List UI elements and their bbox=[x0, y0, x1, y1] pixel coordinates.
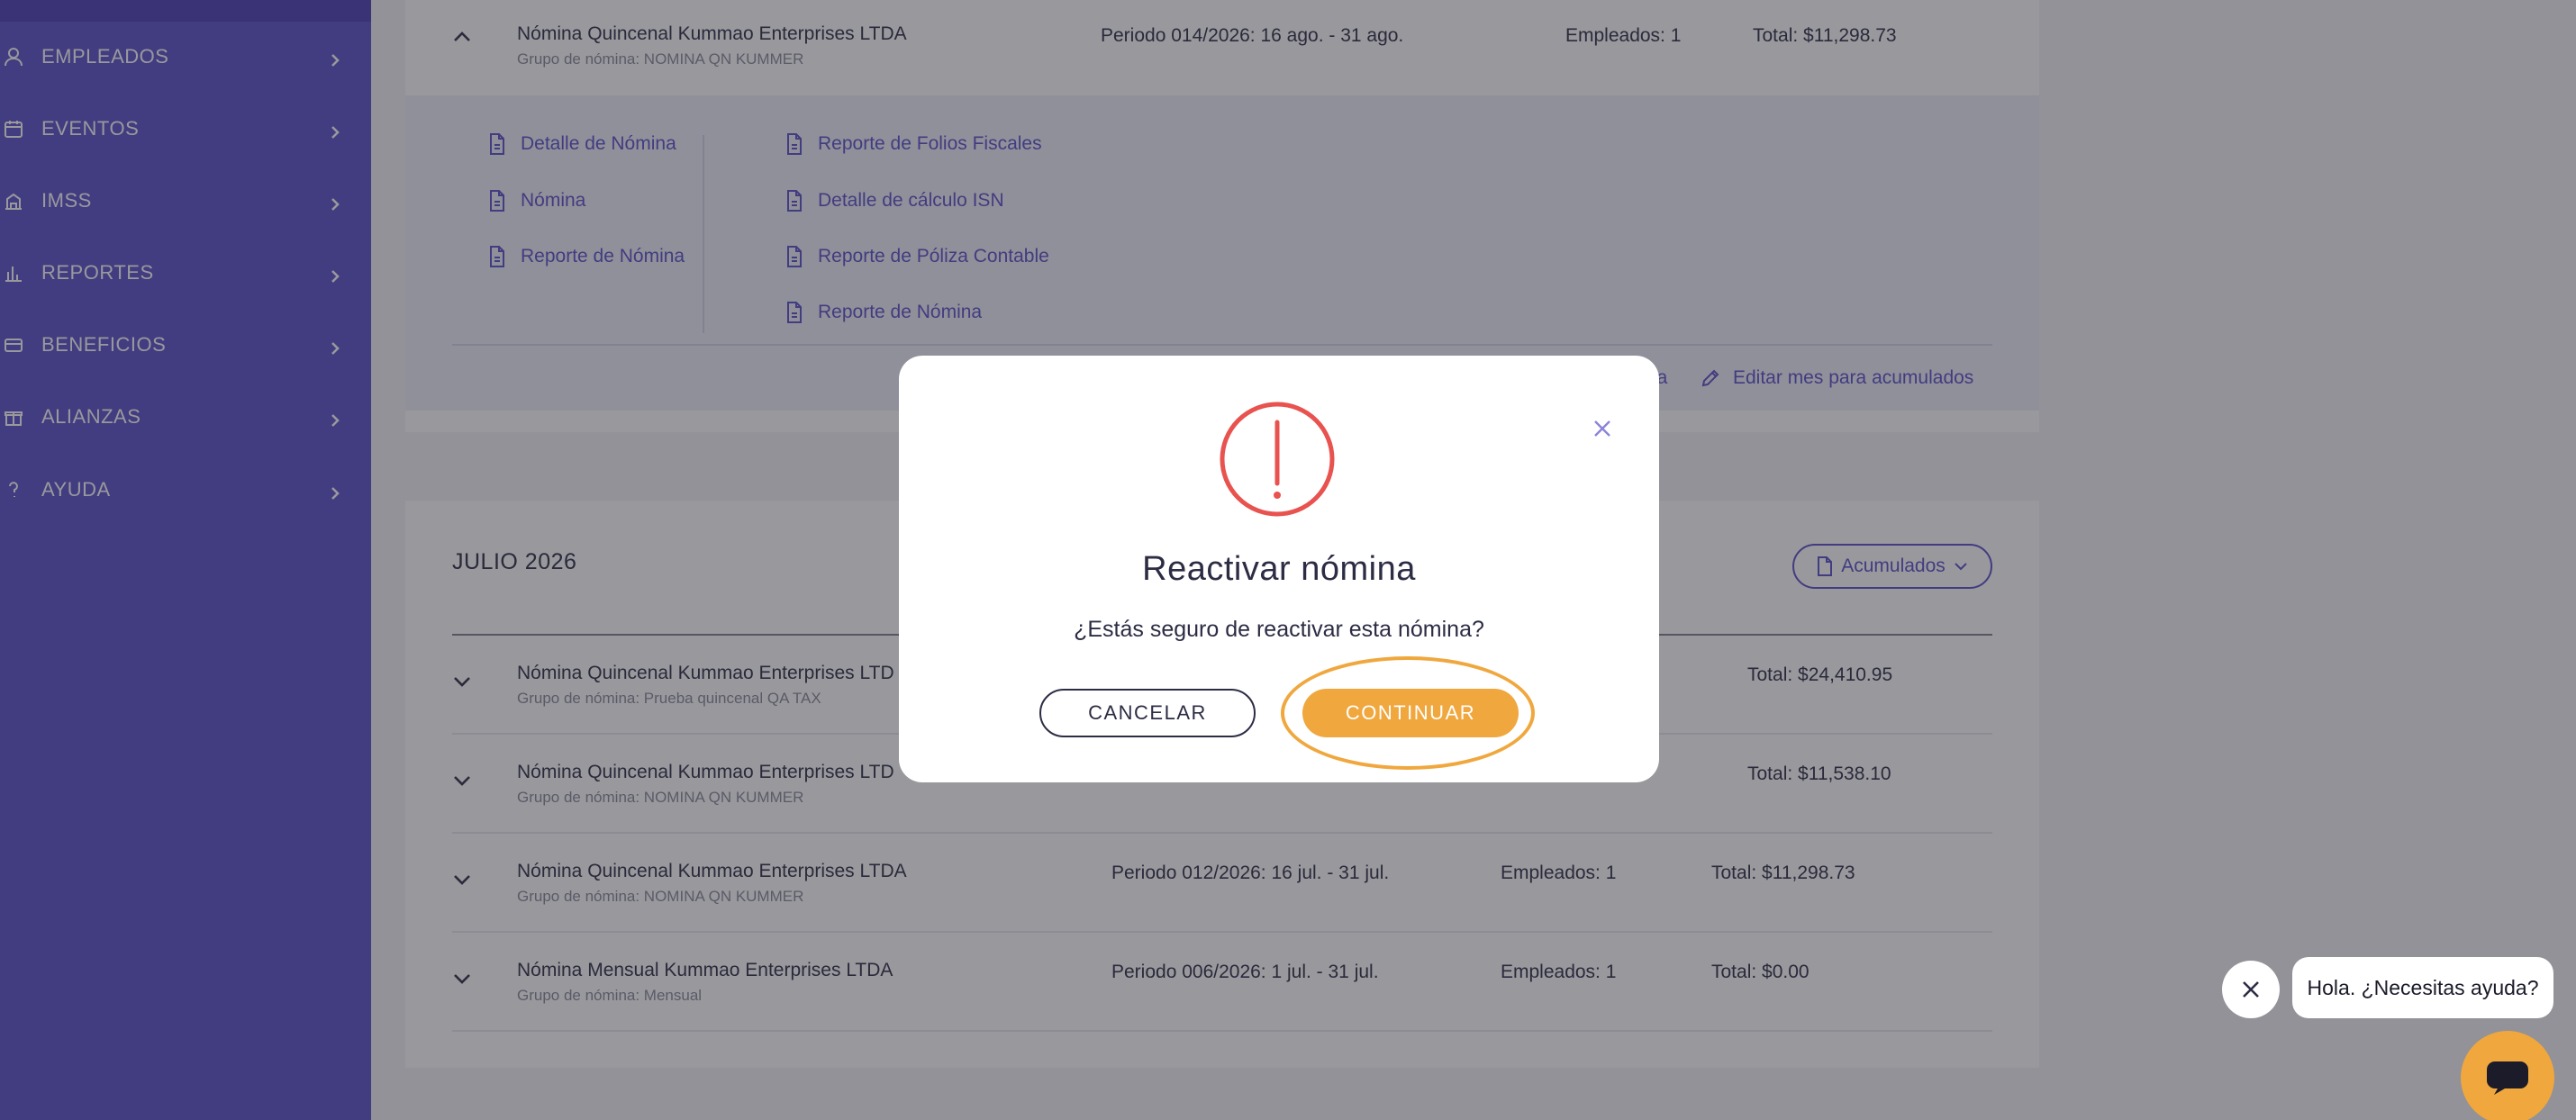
cancel-button[interactable]: CANCELAR bbox=[1039, 689, 1256, 737]
reactivate-dialog: Reactivar nómina ¿Estás seguro de reacti… bbox=[899, 356, 1659, 782]
alert-icon bbox=[1220, 402, 1335, 517]
chat-greeting[interactable]: Hola. ¿Necesitas ayuda? bbox=[2292, 957, 2553, 1018]
chat-launcher-button[interactable] bbox=[2461, 1031, 2554, 1120]
close-icon[interactable] bbox=[1592, 419, 1612, 438]
close-icon bbox=[2243, 981, 2259, 998]
modal-message: ¿Estás seguro de reactivar esta nómina? bbox=[1074, 617, 1484, 642]
highlight-ring bbox=[1281, 656, 1535, 770]
chat-close-button[interactable] bbox=[2222, 961, 2280, 1018]
modal-title: Reactivar nómina bbox=[1142, 550, 1416, 588]
chat-icon bbox=[2487, 1061, 2528, 1095]
